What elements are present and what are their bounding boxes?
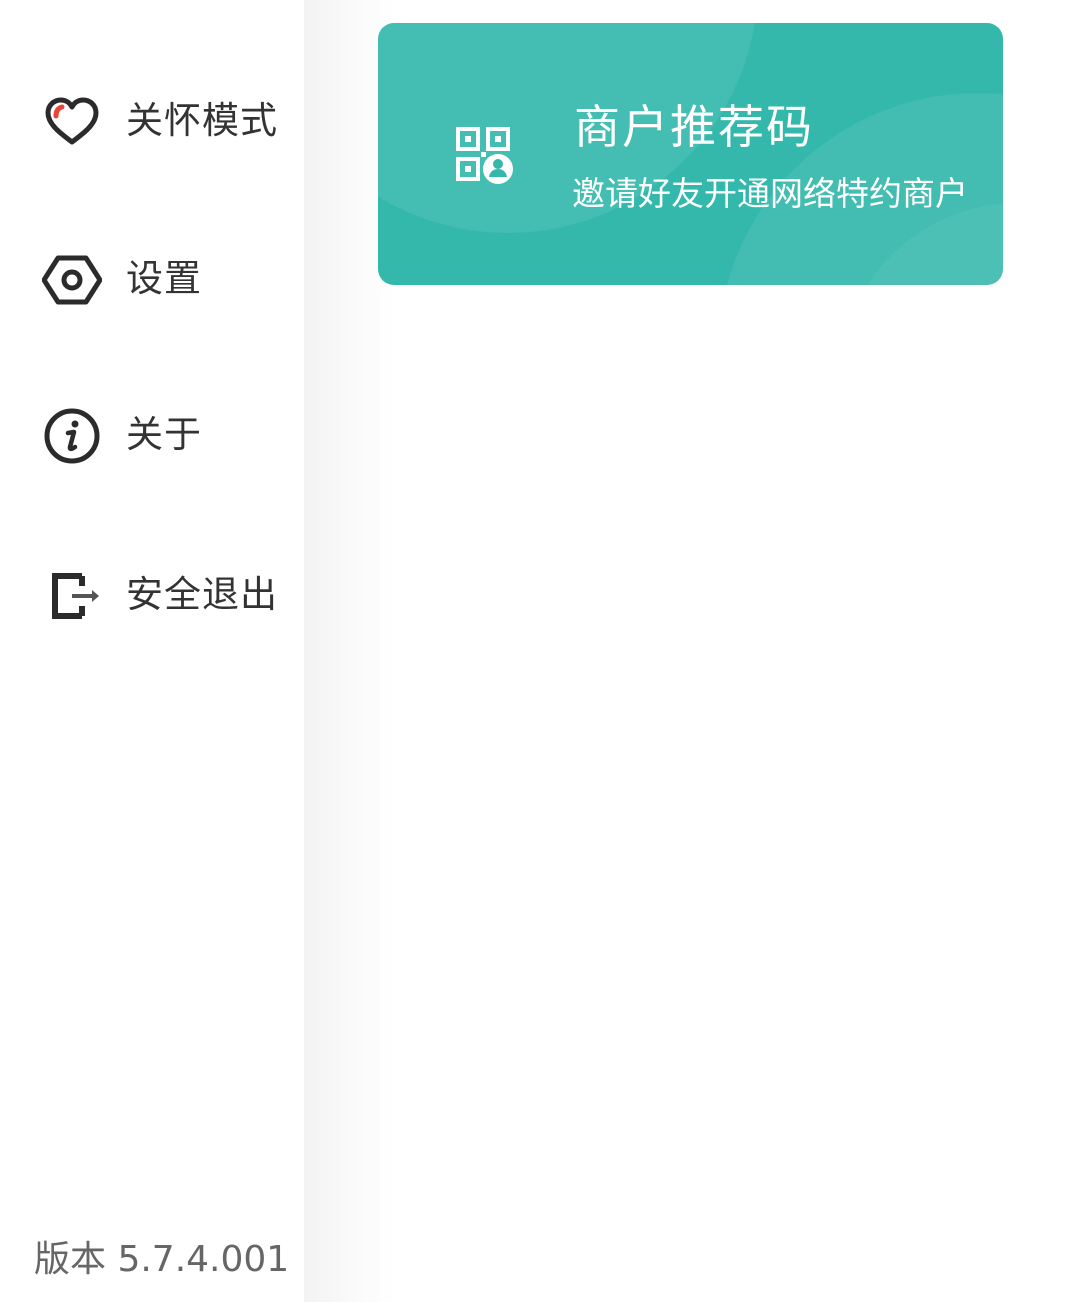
menu-item-logout[interactable]: 安全退出 xyxy=(0,540,304,650)
version-label: 版本 5.7.4.001 xyxy=(34,1239,290,1280)
menu-item-label: 关于 xyxy=(126,413,202,456)
menu-item-label: 安全退出 xyxy=(126,573,278,616)
heart-icon xyxy=(42,92,102,152)
logout-icon xyxy=(42,566,102,626)
qr-user-icon xyxy=(454,125,514,185)
menu-item-settings[interactable]: 设置 xyxy=(0,224,304,334)
app-screen: 关怀模式 设置 关于 安全退出 版本 5.7.4.001 商户推荐码 邀请好友开… xyxy=(0,0,1080,1302)
menu-item-label: 设置 xyxy=(126,257,202,300)
menu-item-about[interactable]: 关于 xyxy=(0,380,304,490)
card-subtitle: 邀请好友开通网络特约商户 xyxy=(572,174,968,213)
settings-hex-icon xyxy=(42,250,102,310)
card-title: 商户推荐码 xyxy=(574,100,814,154)
menu-item-care-mode[interactable]: 关怀模式 xyxy=(0,66,304,176)
menu-item-label: 关怀模式 xyxy=(126,99,278,142)
side-menu: 关怀模式 设置 关于 安全退出 版本 5.7.4.001 xyxy=(0,0,304,1302)
merchant-referral-card[interactable]: 商户推荐码 邀请好友开通网络特约商户 xyxy=(378,23,1003,285)
info-icon xyxy=(42,406,102,466)
